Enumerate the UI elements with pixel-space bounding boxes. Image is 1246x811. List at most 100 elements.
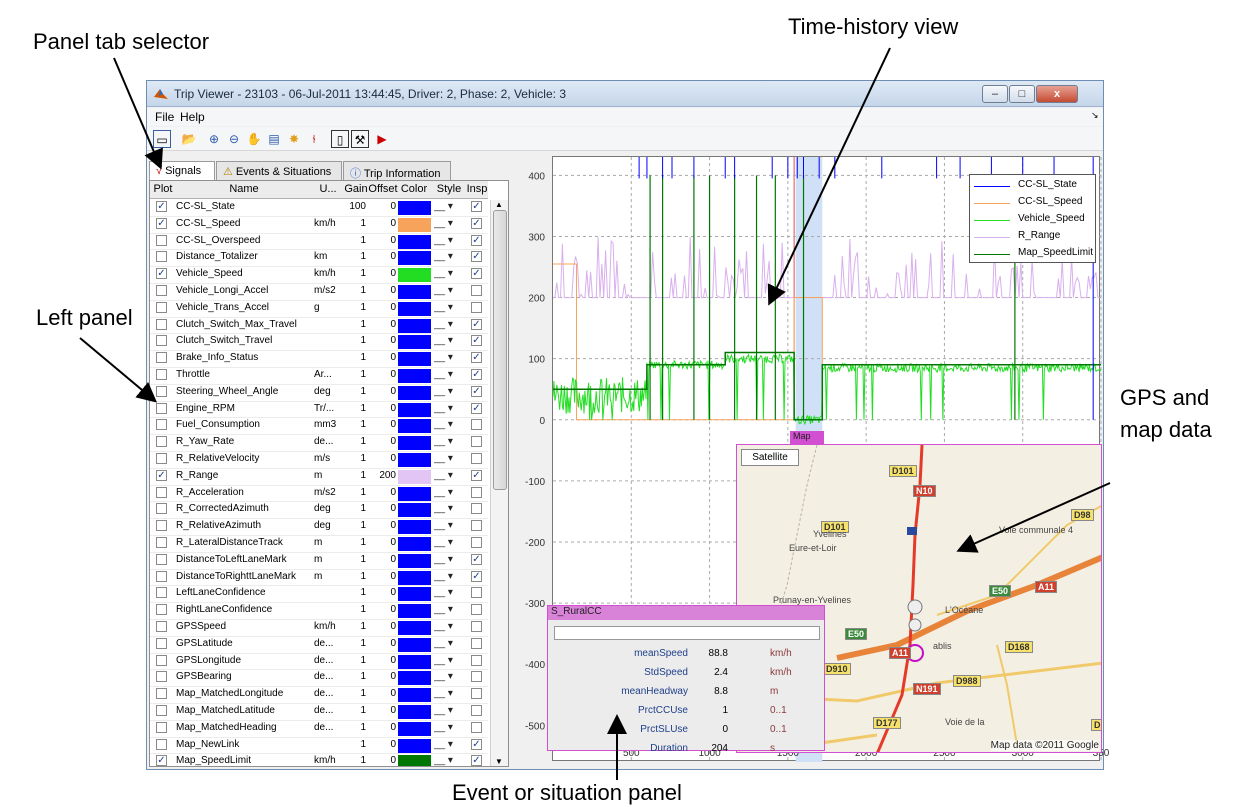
plot-checkbox[interactable] bbox=[156, 587, 167, 599]
insp-checkbox[interactable] bbox=[471, 654, 482, 666]
color-swatch[interactable] bbox=[398, 570, 431, 585]
tab-events[interactable]: ⚠ Events & Situations bbox=[216, 161, 342, 181]
insp-checkbox[interactable] bbox=[471, 621, 482, 632]
color-swatch[interactable] bbox=[398, 402, 431, 417]
signal-offset[interactable]: 0 bbox=[368, 487, 396, 498]
line-style-dropdown[interactable]: __ ▾ bbox=[434, 453, 453, 464]
insp-checkbox[interactable]: ✓ bbox=[471, 469, 482, 481]
insp-checkbox[interactable] bbox=[471, 301, 482, 313]
signal-offset[interactable]: 0 bbox=[368, 503, 396, 514]
color-swatch[interactable] bbox=[398, 217, 431, 232]
line-style-dropdown[interactable]: __ ▾ bbox=[434, 201, 453, 212]
signal-offset[interactable]: 0 bbox=[368, 604, 396, 615]
insp-checkbox[interactable]: ✓ bbox=[471, 318, 482, 330]
data-cursor-icon[interactable]: ▤ bbox=[265, 130, 283, 148]
signal-offset[interactable]: 0 bbox=[368, 369, 396, 380]
line-style-dropdown[interactable]: __ ▾ bbox=[434, 335, 453, 346]
insp-checkbox[interactable] bbox=[471, 285, 482, 296]
line-style-dropdown[interactable]: __ ▾ bbox=[434, 470, 453, 481]
signal-gain[interactable]: 1 bbox=[344, 302, 366, 313]
color-swatch[interactable] bbox=[398, 369, 431, 383]
line-style-dropdown[interactable]: __ ▾ bbox=[434, 671, 453, 682]
plot-checkbox[interactable] bbox=[156, 637, 167, 649]
close-button[interactable]: x bbox=[1036, 85, 1078, 103]
signal-offset[interactable]: 0 bbox=[368, 251, 396, 262]
insp-checkbox[interactable]: ✓ bbox=[471, 755, 482, 766]
col-gain[interactable]: Gain bbox=[344, 183, 368, 195]
signal-gain[interactable]: 1 bbox=[344, 436, 366, 447]
insp-checkbox[interactable] bbox=[471, 688, 482, 700]
signal-gain[interactable]: 1 bbox=[344, 587, 366, 598]
signal-gain[interactable]: 1 bbox=[344, 419, 366, 430]
signals-scrollbar[interactable]: ▲ ▼ bbox=[490, 200, 508, 766]
table-row[interactable]: Vehicle_Trans_Accel g 1 0 __ ▾ bbox=[150, 301, 488, 318]
insp-checkbox[interactable] bbox=[471, 486, 482, 498]
line-style-dropdown[interactable]: __ ▾ bbox=[434, 705, 453, 716]
signal-gain[interactable]: 1 bbox=[344, 638, 366, 649]
color-swatch[interactable] bbox=[398, 621, 431, 635]
signal-gain[interactable]: 1 bbox=[344, 470, 366, 481]
color-swatch[interactable] bbox=[398, 234, 431, 249]
col-color[interactable]: Color bbox=[398, 183, 430, 195]
col-unit[interactable]: U... bbox=[314, 183, 342, 195]
signal-offset[interactable]: 0 bbox=[368, 335, 396, 346]
table-row[interactable]: DistanceToLeftLaneMark m 1 0 __ ▾ ✓ bbox=[150, 553, 488, 570]
signal-gain[interactable]: 1 bbox=[344, 722, 366, 733]
zoom-in-icon[interactable]: ⊕ bbox=[205, 130, 223, 148]
dock-arrow-icon[interactable]: ↘ bbox=[1091, 110, 1099, 121]
plot-checkbox[interactable] bbox=[156, 419, 167, 431]
signal-offset[interactable]: 0 bbox=[368, 755, 396, 766]
color-swatch[interactable] bbox=[398, 637, 431, 652]
signal-gain[interactable]: 1 bbox=[344, 554, 366, 565]
new-figure-icon[interactable]: ▭ bbox=[153, 130, 171, 148]
line-style-dropdown[interactable]: __ ▾ bbox=[434, 755, 453, 766]
insp-checkbox[interactable]: ✓ bbox=[471, 251, 482, 263]
signal-offset[interactable]: 0 bbox=[368, 201, 396, 212]
insp-checkbox[interactable]: ✓ bbox=[471, 369, 482, 380]
plot-checkbox[interactable] bbox=[156, 251, 167, 263]
color-swatch[interactable] bbox=[398, 335, 431, 350]
insp-checkbox[interactable]: ✓ bbox=[471, 234, 482, 246]
insp-checkbox[interactable] bbox=[471, 503, 482, 515]
insp-checkbox[interactable] bbox=[471, 637, 482, 649]
signal-gain[interactable]: 1 bbox=[344, 520, 366, 531]
table-row[interactable]: Engine_RPM Tr/... 1 0 __ ▾ ✓ bbox=[150, 402, 488, 419]
insp-checkbox[interactable] bbox=[471, 721, 482, 733]
line-style-dropdown[interactable]: __ ▾ bbox=[434, 739, 453, 750]
color-swatch[interactable] bbox=[398, 486, 431, 501]
color-swatch[interactable] bbox=[398, 688, 431, 703]
signal-gain[interactable]: 1 bbox=[344, 251, 366, 262]
line-style-dropdown[interactable]: __ ▾ bbox=[434, 722, 453, 733]
insp-checkbox[interactable] bbox=[471, 705, 482, 716]
color-swatch[interactable] bbox=[398, 268, 431, 283]
signal-offset[interactable]: 0 bbox=[368, 268, 396, 279]
table-row[interactable]: Fuel_Consumption mm3 1 0 __ ▾ bbox=[150, 418, 488, 436]
table-row[interactable]: Clutch_Switch_Max_Travel 1 0 __ ▾ ✓ bbox=[150, 318, 488, 335]
signal-gain[interactable]: 1 bbox=[344, 655, 366, 666]
insp-checkbox[interactable]: ✓ bbox=[471, 402, 482, 414]
minimize-button[interactable]: – bbox=[982, 85, 1008, 103]
signal-offset[interactable]: 0 bbox=[368, 235, 396, 246]
signal-offset[interactable]: 0 bbox=[368, 218, 396, 229]
layout-icon[interactable]: ▯ bbox=[331, 130, 349, 148]
plot-checkbox[interactable] bbox=[156, 301, 167, 313]
insp-checkbox[interactable]: ✓ bbox=[471, 553, 482, 565]
signal-offset[interactable]: 0 bbox=[368, 352, 396, 363]
plot-checkbox[interactable] bbox=[156, 436, 167, 448]
line-style-dropdown[interactable]: __ ▾ bbox=[434, 268, 453, 279]
line-style-dropdown[interactable]: __ ▾ bbox=[434, 655, 453, 666]
tab-signals[interactable]: √ Signals bbox=[149, 161, 215, 182]
table-row[interactable]: ✓ Map_SpeedLimit km/h 1 0 __ ▾ ✓ bbox=[150, 754, 488, 766]
line-style-dropdown[interactable]: __ ▾ bbox=[434, 419, 453, 430]
col-offset[interactable]: Offset bbox=[368, 183, 398, 195]
signal-offset[interactable]: 0 bbox=[368, 739, 396, 750]
pan-hand-icon[interactable]: ✋ bbox=[245, 130, 263, 148]
signal-gain[interactable]: 1 bbox=[344, 705, 366, 716]
line-style-dropdown[interactable]: __ ▾ bbox=[434, 571, 453, 582]
table-row[interactable]: Map_NewLink 1 0 __ ▾ ✓ bbox=[150, 738, 488, 755]
color-swatch[interactable] bbox=[398, 469, 431, 484]
plot-checkbox[interactable] bbox=[156, 352, 167, 364]
color-swatch[interactable] bbox=[398, 705, 431, 719]
signal-offset[interactable]: 0 bbox=[368, 453, 396, 464]
plot-checkbox[interactable]: ✓ bbox=[156, 268, 167, 280]
